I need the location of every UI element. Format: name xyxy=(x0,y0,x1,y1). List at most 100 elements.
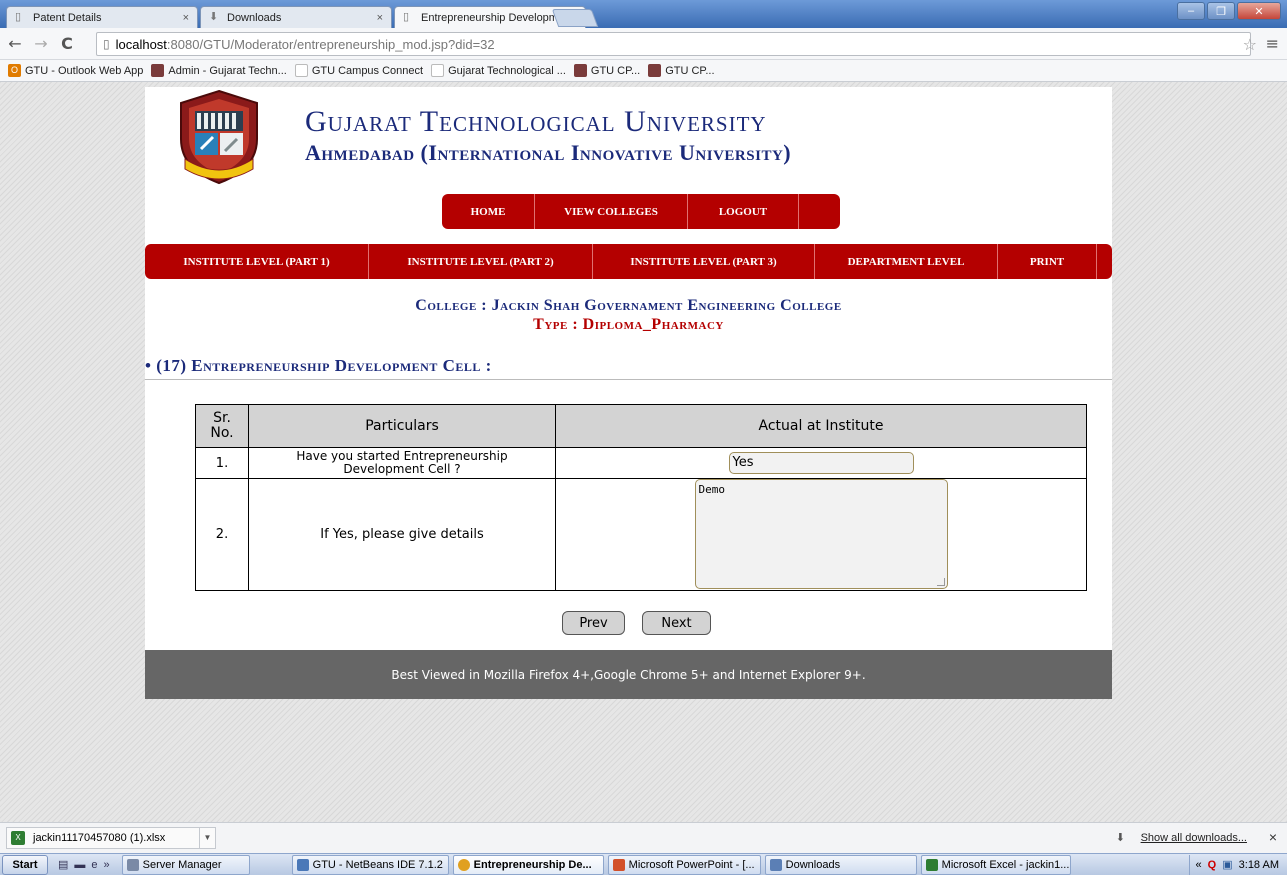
table-row: 1. Have you started Entrepreneurship Dev… xyxy=(195,447,1087,479)
window-close-icon[interactable]: ✕ xyxy=(1237,2,1281,20)
tab-close-icon[interactable]: × xyxy=(183,12,189,24)
college-name: College : Jackin Shah Governament Engine… xyxy=(415,297,842,314)
download-filename: jackin11170457080 (1).xlsx xyxy=(33,832,166,844)
row-particular: If Yes, please give details xyxy=(248,478,556,591)
page-icon: ▯ xyxy=(403,11,410,23)
university-logo xyxy=(180,89,258,185)
taskbar-downloads[interactable]: Downloads xyxy=(764,854,917,875)
quickheal-icon[interactable]: Q xyxy=(1208,859,1217,871)
tab-patent-details[interactable]: ▯ Patent Details × xyxy=(6,6,198,28)
taskbar: Start ▤ ▬ e » Server Manager GTU - NetBe… xyxy=(0,853,1287,875)
header-particulars: Particulars xyxy=(248,404,556,448)
row-particular: Have you started Entrepreneurship Develo… xyxy=(248,447,556,479)
nav-institute-part3[interactable]: INSTITUTE LEVEL (PART 3) xyxy=(593,244,815,279)
nav-logout[interactable]: LOGOUT xyxy=(688,194,799,229)
chrome-icon xyxy=(457,858,470,871)
next-button[interactable]: Next xyxy=(642,611,711,635)
outlook-icon: O xyxy=(8,64,21,77)
ie-icon[interactable]: e xyxy=(91,859,97,871)
nav-print[interactable]: PRINT xyxy=(998,244,1097,279)
university-subtitle: Ahmedabad (International Innovative Univ… xyxy=(305,140,792,165)
tab-strip: ▯ Patent Details × ⬇ Downloads × ▯ Entre… xyxy=(0,0,1287,28)
chevron-right-icon[interactable]: » xyxy=(104,859,110,871)
clock[interactable]: 3:18 AM xyxy=(1239,859,1279,871)
table-header-row: Sr. No. Particulars Actual at Institute xyxy=(195,404,1087,448)
close-icon[interactable]: × xyxy=(1269,829,1277,845)
download-icon: ⬇ xyxy=(209,11,219,23)
server-icon[interactable]: ▤ xyxy=(58,858,68,871)
taskbar-server-manager[interactable]: Server Manager xyxy=(121,854,250,875)
downloads-shelf: X jackin11170457080 (1).xlsx ▼ ⬇ Show al… xyxy=(0,822,1287,853)
taskbar-excel[interactable]: Microsoft Excel - jackin1... xyxy=(920,854,1071,875)
back-icon[interactable]: ← xyxy=(4,34,26,53)
table-row: 2. If Yes, please give details Demo xyxy=(195,478,1087,591)
show-all-downloads-link[interactable]: Show all downloads... xyxy=(1141,832,1247,844)
taskbar-powerpoint[interactable]: Microsoft PowerPoint - [... xyxy=(607,854,761,875)
bookmark-item[interactable]: O GTU - Outlook Web App xyxy=(8,64,143,77)
bookmark-item[interactable]: Admin - Gujarat Techn... xyxy=(151,64,287,77)
gtu-logo-icon xyxy=(648,64,662,77)
start-button[interactable]: Start xyxy=(2,854,48,875)
page-viewport: Gujarat Technological University Ahmedab… xyxy=(0,82,1287,822)
gtu-logo-icon xyxy=(573,64,587,77)
new-tab-button[interactable] xyxy=(551,9,599,27)
bookmark-item[interactable]: GTU CP... xyxy=(573,64,640,77)
maximize-icon[interactable]: ❐ xyxy=(1207,2,1235,20)
chevron-left-icon[interactable]: « xyxy=(1196,859,1202,871)
bookmark-item[interactable]: GTU Campus Connect xyxy=(294,64,423,77)
network-icon[interactable]: ▣ xyxy=(1222,858,1232,871)
row-sr: 2. xyxy=(195,478,249,591)
nav-institute-part2[interactable]: INSTITUTE LEVEL (PART 2) xyxy=(369,244,593,279)
page-icon: ▯ xyxy=(15,11,22,23)
row-sr: 1. xyxy=(195,447,249,479)
menu-icon[interactable]: ≡ xyxy=(1266,34,1279,53)
quick-launch: ▤ ▬ e » xyxy=(58,858,110,872)
tab-downloads[interactable]: ⬇ Downloads × xyxy=(200,6,392,28)
download-item[interactable]: X jackin11170457080 (1).xlsx ▼ xyxy=(6,827,216,849)
taskbar-chrome[interactable]: Entrepreneurship De... xyxy=(452,854,604,875)
gtu-logo-icon xyxy=(151,64,165,77)
forward-icon[interactable]: → xyxy=(30,34,52,53)
nav-view-colleges[interactable]: VIEW COLLEGES xyxy=(535,194,688,229)
netbeans-icon xyxy=(296,858,309,871)
tab-label: Downloads xyxy=(227,11,282,24)
reload-icon[interactable]: C xyxy=(56,34,78,53)
powerpoint-icon xyxy=(612,858,625,871)
folder-icon xyxy=(769,858,782,871)
page-footer: Best Viewed in Mozilla Firefox 4+,Google… xyxy=(145,650,1112,699)
excel-file-icon: X xyxy=(11,831,25,845)
page-icon xyxy=(294,64,308,77)
college-type: Type : Diploma_Pharmacy xyxy=(533,316,724,333)
chevron-down-icon[interactable]: ▼ xyxy=(199,828,215,848)
tab-label: Patent Details xyxy=(33,11,102,24)
bookmark-star-icon[interactable]: ☆ xyxy=(1243,35,1257,54)
edc-started-input[interactable]: Yes xyxy=(728,452,914,474)
nav-institute-part1[interactable]: INSTITUTE LEVEL (PART 1) xyxy=(145,244,369,279)
excel-icon xyxy=(925,858,938,871)
bookmark-item[interactable]: Gujarat Technological ... xyxy=(431,64,566,77)
bookmarks-bar: O GTU - Outlook Web App Admin - Gujarat T… xyxy=(0,60,1287,82)
details-textarea[interactable]: Demo xyxy=(694,479,948,589)
server-icon xyxy=(126,858,139,871)
address-bar[interactable]: ▯ localhost:8080/GTU/Moderator/entrepren… xyxy=(96,32,1251,56)
row-value-cell: Demo xyxy=(555,478,1087,591)
row-value-cell: Yes xyxy=(555,447,1087,479)
page-container: Gujarat Technological University Ahmedab… xyxy=(145,87,1112,699)
university-title: Gujarat Technological University xyxy=(305,105,767,138)
section-title: • (17) Entrepreneurship Development Cell… xyxy=(145,356,492,375)
taskbar-netbeans[interactable]: GTU - NetBeans IDE 7.1.2 xyxy=(291,854,449,875)
section-nav: INSTITUTE LEVEL (PART 1) INSTITUTE LEVEL… xyxy=(145,244,1112,279)
nav-department-level[interactable]: DEPARTMENT LEVEL xyxy=(815,244,998,279)
tab-close-icon[interactable]: × xyxy=(377,12,383,24)
header-sr-no: Sr. No. xyxy=(195,404,249,448)
bookmark-item[interactable]: GTU CP... xyxy=(648,64,715,77)
divider xyxy=(145,379,1112,380)
nav-home[interactable]: HOME xyxy=(442,194,535,229)
system-tray: « Q ▣ 3:18 AM xyxy=(1188,854,1287,875)
page-icon: ▯ xyxy=(103,37,110,51)
powershell-icon[interactable]: ▬ xyxy=(74,859,85,871)
minimize-icon[interactable]: – xyxy=(1177,2,1205,20)
page-icon xyxy=(431,64,445,77)
prev-button[interactable]: Prev xyxy=(562,611,625,635)
resize-grip-icon[interactable] xyxy=(936,578,945,586)
